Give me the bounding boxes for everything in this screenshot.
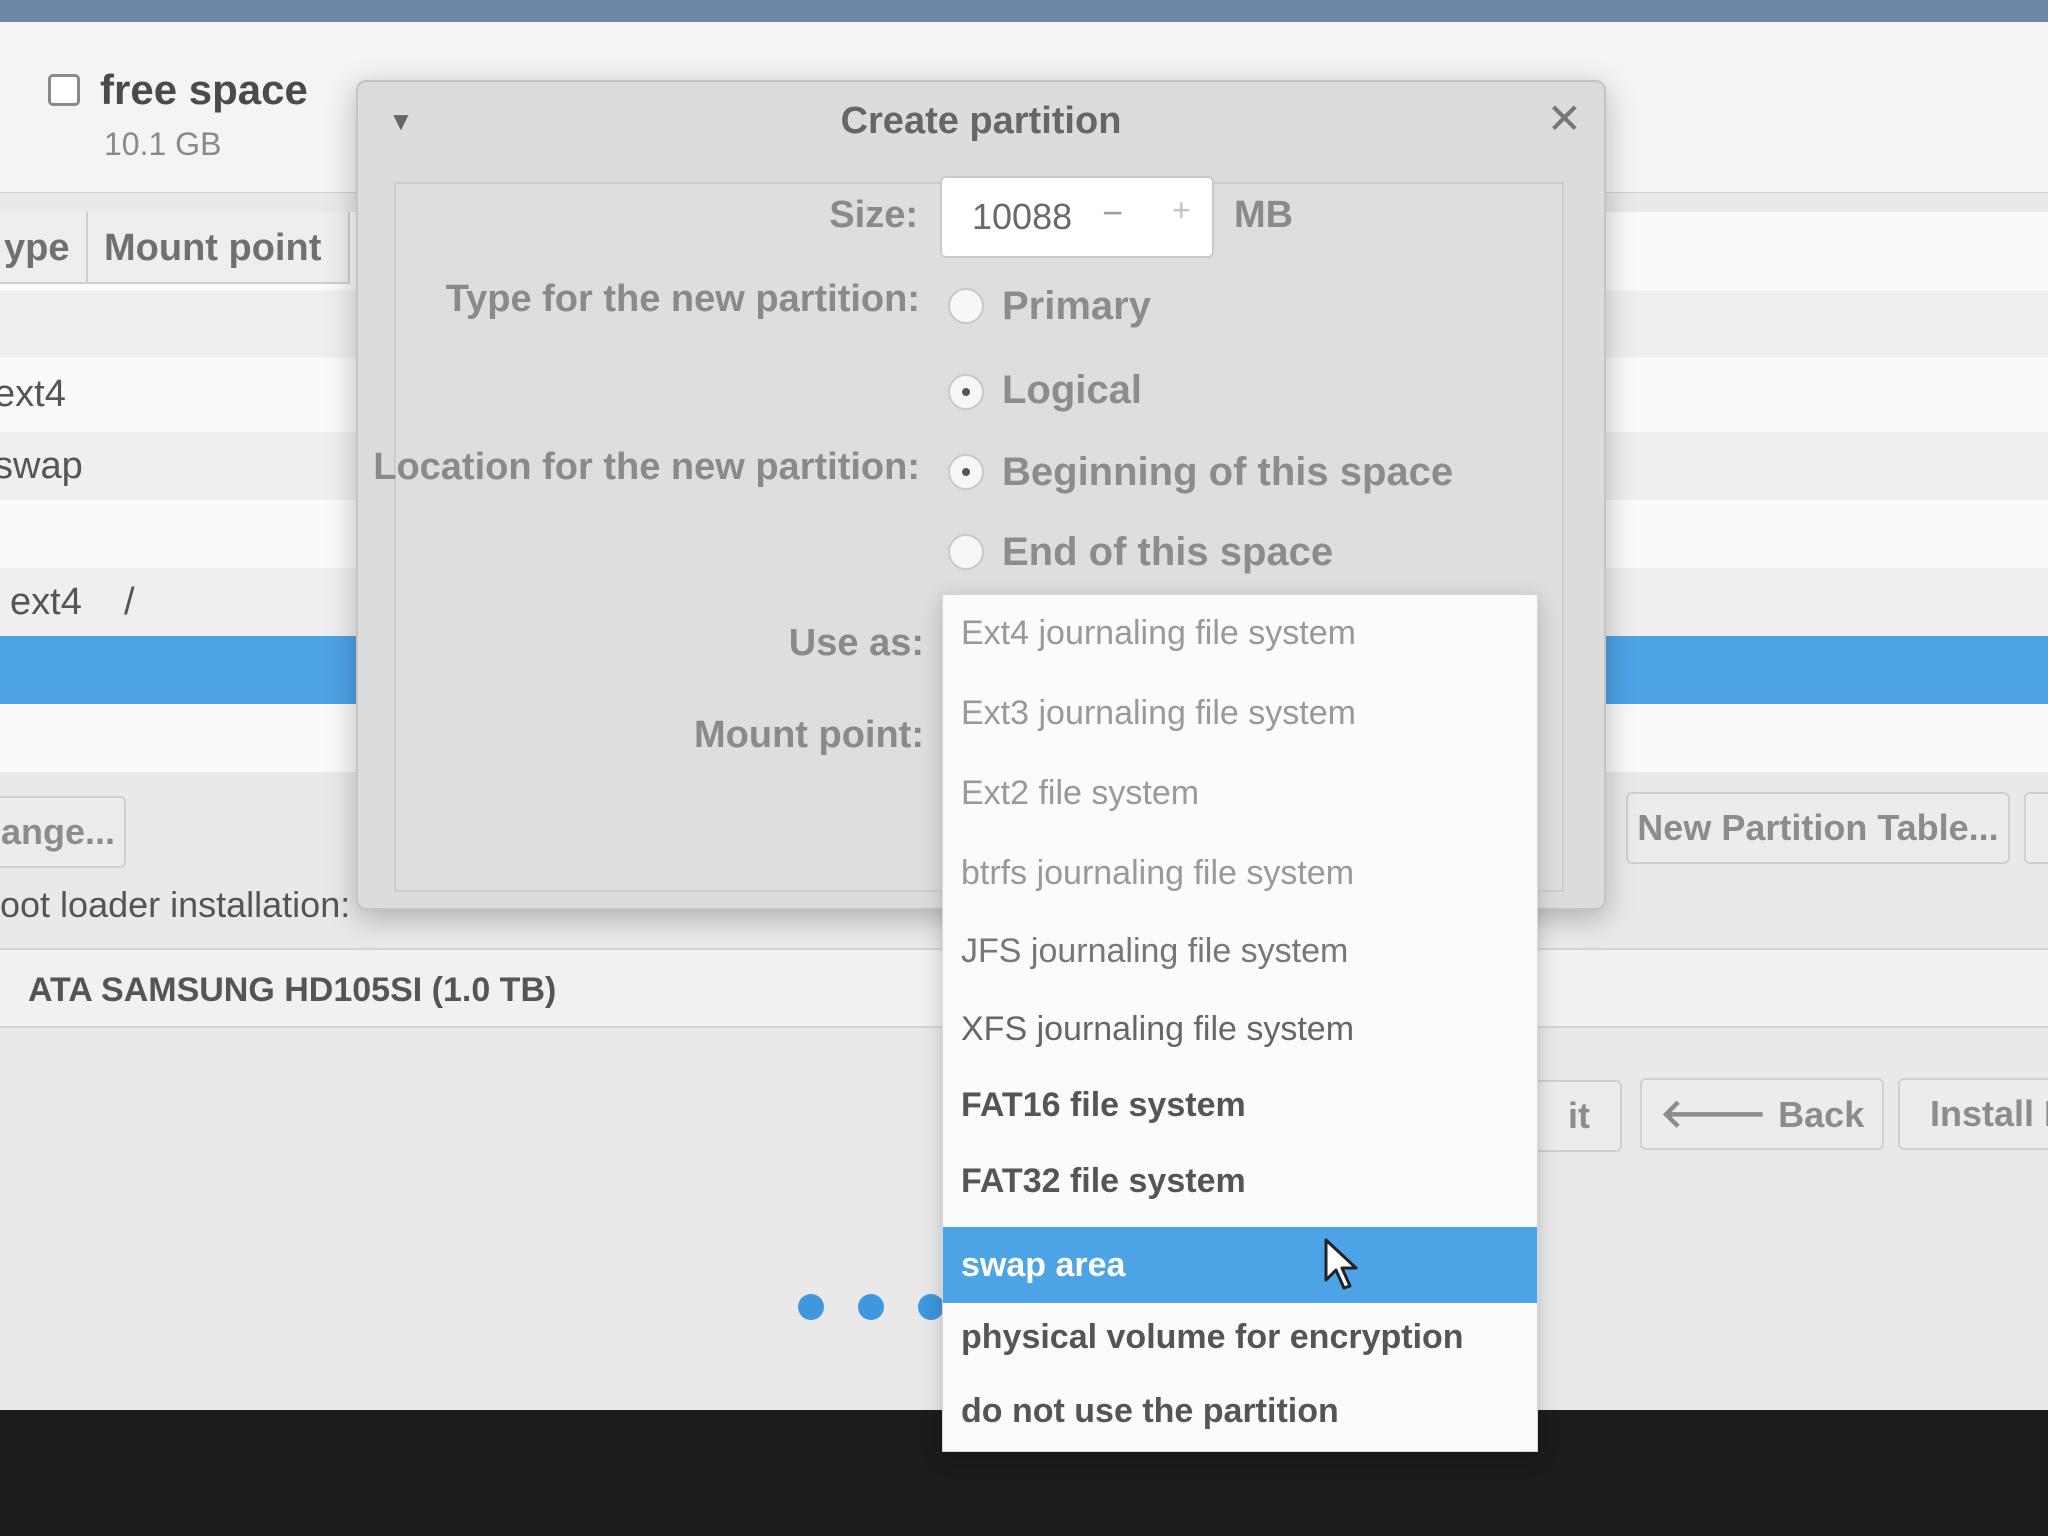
arrow-left-icon: 🡐 xyxy=(1659,1092,1779,1136)
close-icon[interactable]: ✕ xyxy=(1547,94,1582,143)
row-mount-point: / xyxy=(124,581,135,623)
column-header-mount-point[interactable]: Mount point xyxy=(88,212,350,284)
partition-location-label: Location for the new partition: xyxy=(373,446,920,488)
radio-end-label[interactable]: End of this space xyxy=(1002,530,1333,575)
radio-primary-label[interactable]: Primary xyxy=(1002,284,1151,329)
dropdown-item-ext3[interactable]: Ext3 journaling file system xyxy=(943,675,1537,751)
use-as-dropdown-list[interactable]: Ext4 journaling file system Ext3 journal… xyxy=(942,594,1538,1452)
radio-end-of-space[interactable] xyxy=(948,534,984,570)
boot-loader-device: ATA SAMSUNG HD105SI (1.0 TB) xyxy=(28,971,557,1009)
dropdown-item-encryption[interactable]: physical volume for encryption xyxy=(943,1299,1537,1375)
revert-button[interactable] xyxy=(2024,792,2048,864)
top-panel xyxy=(0,0,2048,22)
back-button-label: Back xyxy=(1778,1094,1865,1135)
row-type: swap xyxy=(0,445,83,487)
progress-dot xyxy=(858,1294,884,1320)
mount-point-label: Mount point: xyxy=(693,714,924,756)
progress-dot xyxy=(918,1294,944,1320)
plus-icon[interactable]: + xyxy=(1172,192,1191,229)
back-button[interactable]: 🡐 Back xyxy=(1640,1078,1884,1150)
dropdown-item-ext2[interactable]: Ext2 file system xyxy=(943,755,1537,831)
column-header-type[interactable]: ype xyxy=(0,212,88,284)
radio-beginning-of-space[interactable] xyxy=(948,454,984,490)
dropdown-item-do-not-use[interactable]: do not use the partition xyxy=(943,1373,1537,1449)
dropdown-item-fat16[interactable]: FAT16 file system xyxy=(943,1067,1537,1143)
size-label: Size: xyxy=(829,194,918,236)
progress-dot xyxy=(798,1294,824,1320)
minus-icon[interactable]: − xyxy=(1102,192,1123,234)
dropdown-item-xfs[interactable]: XFS journaling file system xyxy=(943,991,1537,1067)
mouse-pointer-icon xyxy=(1324,1238,1358,1290)
free-space-size: 10.1 GB xyxy=(104,126,222,162)
free-space-title: free space xyxy=(100,66,308,113)
dropdown-item-jfs[interactable]: JFS journaling file system xyxy=(943,913,1537,989)
use-as-label: Use as: xyxy=(788,622,924,664)
boot-loader-label: oot loader installation: xyxy=(0,884,351,925)
row-type: ext4 xyxy=(0,373,66,415)
dropdown-item-fat32[interactable]: FAT32 file system xyxy=(943,1143,1537,1219)
dropdown-item-btrfs[interactable]: btrfs journaling file system xyxy=(943,835,1537,911)
radio-beginning-label[interactable]: Beginning of this space xyxy=(1002,450,1453,495)
new-partition-table-button[interactable]: New Partition Table... xyxy=(1626,792,2010,864)
size-spinbutton[interactable]: 10088 − + xyxy=(940,176,1214,258)
dropdown-item-swap-area[interactable]: swap area xyxy=(943,1227,1537,1303)
size-unit: MB xyxy=(1234,194,1294,236)
partition-type-label: Type for the new partition: xyxy=(445,278,920,320)
free-space-checkbox[interactable] xyxy=(48,74,80,106)
radio-logical-label[interactable]: Logical xyxy=(1002,368,1142,413)
dialog-title: Create partition xyxy=(840,100,1122,142)
radio-primary[interactable] xyxy=(948,288,984,324)
dropdown-item-ext4[interactable]: Ext4 journaling file system xyxy=(943,595,1537,671)
row-type: ext4 xyxy=(10,581,82,623)
install-now-button[interactable]: Install N xyxy=(1898,1078,2048,1150)
size-value[interactable]: 10088 xyxy=(972,196,1072,238)
change-button[interactable]: ange... xyxy=(0,796,126,868)
radio-logical[interactable] xyxy=(948,374,984,410)
